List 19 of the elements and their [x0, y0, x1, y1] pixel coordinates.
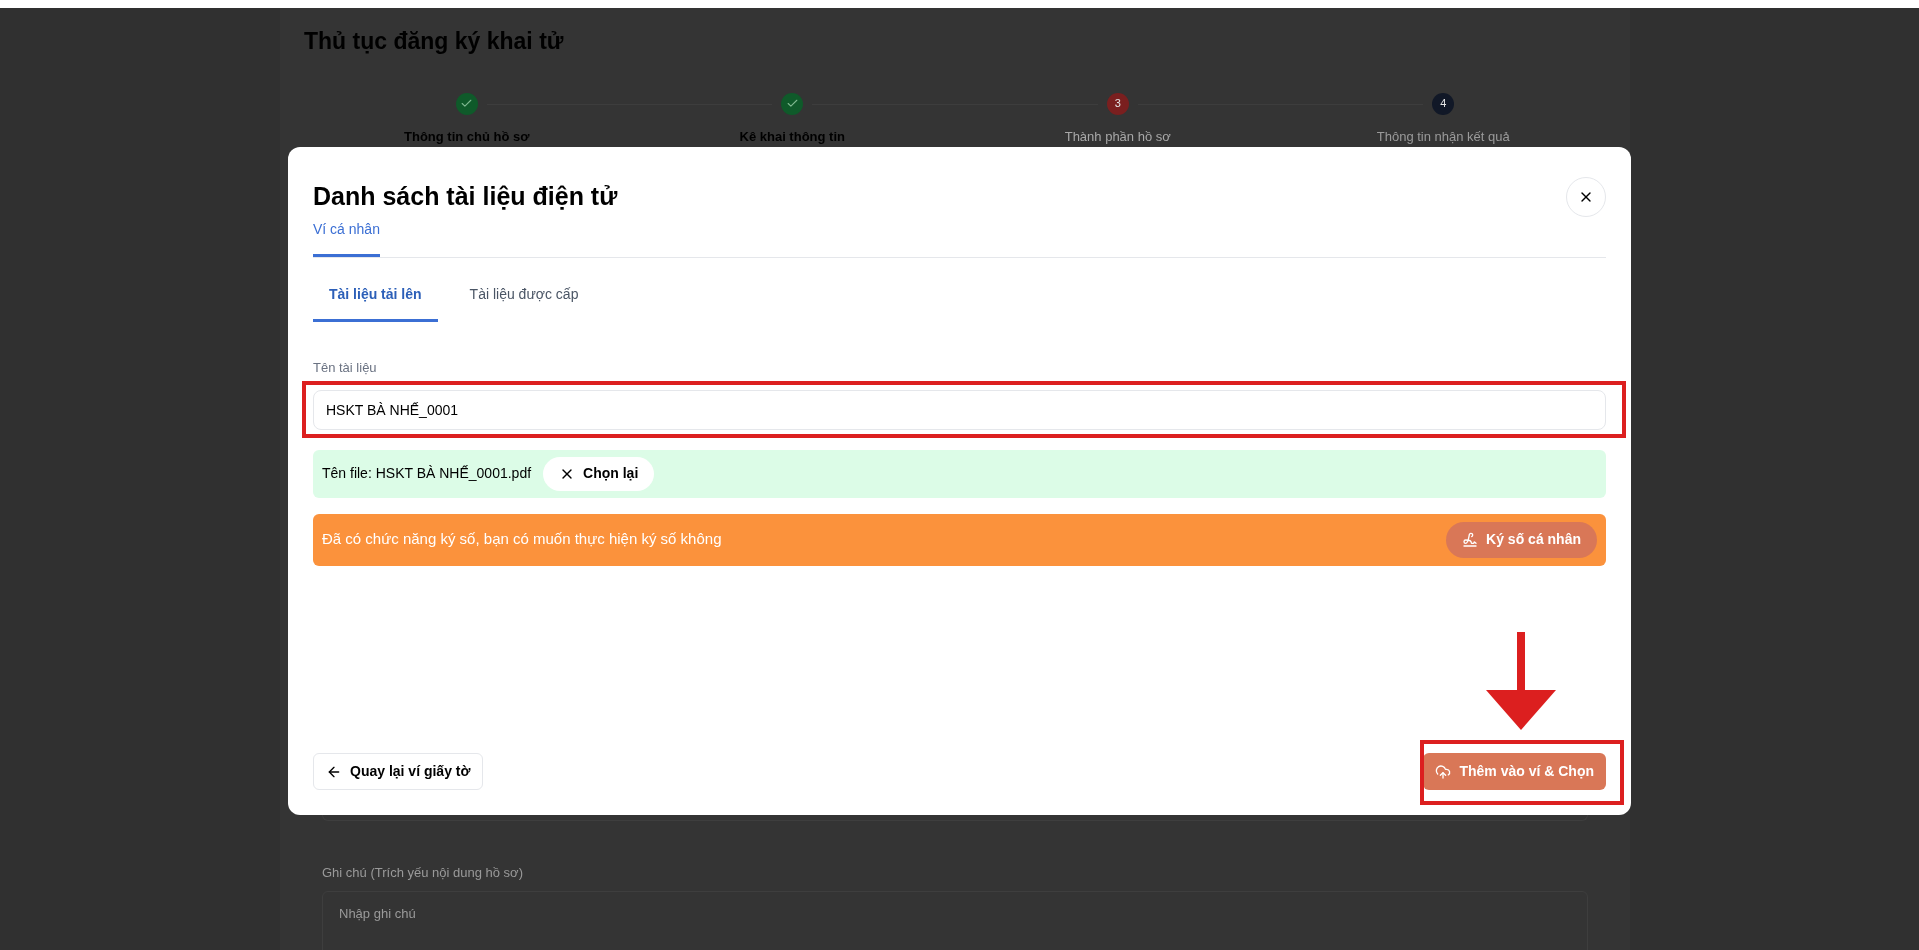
- step-label: Thành phần hồ sơ: [1064, 127, 1171, 146]
- dialog-title: Danh sách tài liệu điện tử: [313, 181, 618, 213]
- arrow-down-icon: [1486, 632, 1556, 730]
- file-name: Tên file: HSKT BÀ NHẾ_0001.pdf: [322, 464, 532, 483]
- cloud-upload-icon: [1435, 763, 1452, 780]
- step-number: 3: [1106, 92, 1129, 115]
- step-number: 4: [1432, 92, 1455, 115]
- notes-field[interactable]: Nhập ghi chú: [322, 890, 1588, 950]
- reselect-button[interactable]: Chọn lại: [543, 456, 655, 491]
- tab[interactable]: Tài liệu được cấp: [453, 284, 595, 322]
- notes-label: Ghi chú (Trích yếu nội dung hồ sơ): [322, 864, 524, 882]
- field-label: Tên tài liệu: [313, 359, 378, 377]
- back-button[interactable]: Quay lại ví giấy tờ: [313, 753, 484, 790]
- tab[interactable]: Tài liệu tải lên: [313, 284, 438, 322]
- step-label: Thông tin nhận kết quả: [1376, 127, 1510, 146]
- sign-message: Đã có chức năng ký số, bạn có muốn thực hiện ký số không: [322, 529, 722, 550]
- document-name-field[interactable]: HSKT BÀ NHẾ_0001: [313, 389, 1606, 430]
- signature-icon: [1462, 531, 1479, 548]
- tab[interactable]: Ví cá nhân: [313, 219, 380, 257]
